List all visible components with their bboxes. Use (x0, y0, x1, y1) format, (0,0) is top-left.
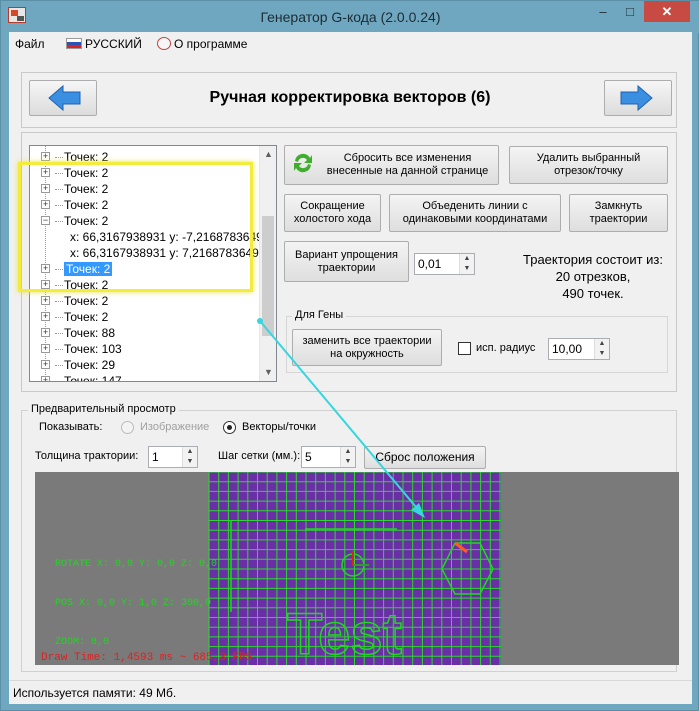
annotation-arrow-icon (257, 318, 425, 518)
app-window: Генератор G-кода (2.0.0.24) – □ ✕ Файл Р… (0, 0, 699, 711)
